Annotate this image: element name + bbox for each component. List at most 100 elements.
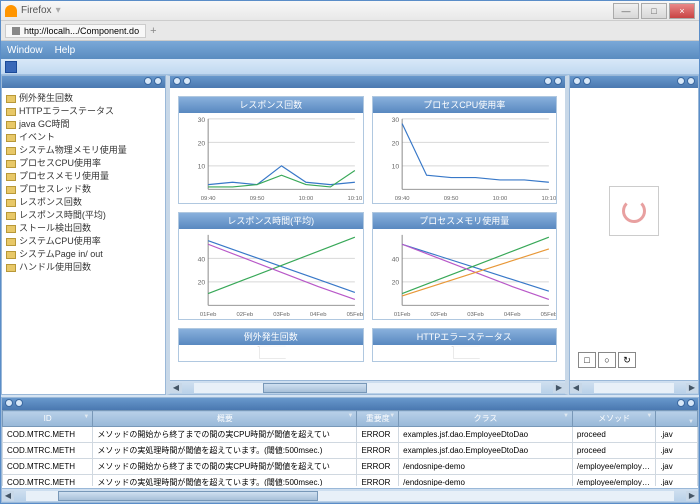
svg-text:09:50: 09:50 [250, 196, 265, 202]
pane-control-icon[interactable] [573, 77, 581, 85]
svg-text:02Feb: 02Feb [237, 312, 254, 318]
tree-item[interactable]: ハンドル使用回数 [6, 261, 161, 274]
browser-name: Firefox [21, 5, 52, 16]
svg-text:05Feb: 05Feb [347, 312, 363, 318]
tree-item[interactable]: レスポンス回数 [6, 196, 161, 209]
page-icon [12, 27, 20, 35]
svg-text:50: 50 [258, 346, 260, 348]
new-tab-button[interactable]: + [150, 25, 156, 37]
pane-control-icon[interactable] [687, 77, 695, 85]
folder-icon [6, 186, 16, 194]
svg-text:20: 20 [391, 140, 399, 147]
tree-item[interactable]: プロセスレッド数 [6, 183, 161, 196]
svg-text:04Feb: 04Feb [310, 312, 327, 318]
stop-button[interactable]: □ [578, 352, 596, 368]
pane-control-icon[interactable] [544, 77, 552, 85]
svg-text:01Feb: 01Feb [393, 312, 410, 318]
table-row[interactable]: COD.MTRC.METHメソッドの実処理時間が閾値を超えています。(閾値:50… [3, 443, 698, 459]
pane-control-icon[interactable] [5, 399, 13, 407]
table-header[interactable]: 概要 [93, 411, 357, 427]
folder-icon [6, 238, 16, 246]
folder-icon [6, 134, 16, 142]
scroll-thumb[interactable] [58, 491, 317, 501]
tab-title: http://localh.../Component.do [24, 26, 139, 36]
svg-text:10: 10 [391, 164, 399, 171]
scroll-right-icon[interactable]: ▶ [553, 383, 565, 393]
log-table-pane: ID概要重要度クラスメソッドCOD.MTRC.METHメソッドの開始から終了まで… [1, 397, 699, 503]
scroll-left-icon[interactable]: ◀ [170, 383, 182, 393]
menu-bar: Window Help [1, 41, 699, 59]
menu-window[interactable]: Window [7, 45, 43, 56]
table-header[interactable]: 重要度 [357, 411, 399, 427]
svg-text:10: 10 [198, 164, 206, 171]
table-header[interactable]: メソッド [572, 411, 655, 427]
tree-item[interactable]: HTTPエラーステータス [6, 105, 161, 118]
tree-item[interactable]: プロセスメモリ使用量 [6, 170, 161, 183]
preview-pane: □ ○ ↻ ◀ ▶ [569, 75, 699, 395]
chart-title: 例外発生回数 [179, 329, 363, 345]
table-row[interactable]: COD.MTRC.METHメソッドの実処理時間が閾値を超えています。(閾値:50… [3, 475, 698, 487]
pane-control-icon[interactable] [144, 77, 152, 85]
charts-hscroll[interactable]: ◀ ▶ [170, 380, 565, 394]
table-header[interactable] [656, 411, 698, 427]
tree-item[interactable]: ストール検出回数 [6, 222, 161, 235]
svg-text:40: 40 [198, 256, 206, 263]
folder-icon [6, 251, 16, 259]
charts-pane: レスポンス回数10203009:4009:5010:0010:10プロセスCPU… [166, 75, 569, 395]
toolbar [1, 59, 699, 75]
tree-item[interactable]: システムPage in/ out [6, 248, 161, 261]
chart: 例外発生回数50 [178, 328, 364, 362]
folder-icon [6, 173, 16, 181]
maximize-button[interactable]: □ [641, 3, 667, 19]
table-header[interactable]: クラス [399, 411, 573, 427]
tree-item[interactable]: プロセスCPU使用率 [6, 157, 161, 170]
chart: プロセスメモリ使用量204001Feb02Feb03Feb04Feb05Feb [372, 212, 558, 320]
pane-control-icon[interactable] [15, 399, 23, 407]
pane-control-icon[interactable] [687, 399, 695, 407]
svg-text:09:50: 09:50 [443, 196, 458, 202]
folder-icon [6, 160, 16, 168]
close-button[interactable]: × [669, 3, 695, 19]
loading-spinner [609, 186, 659, 236]
pane-control-icon[interactable] [583, 77, 591, 85]
minimize-button[interactable]: — [613, 3, 639, 19]
pane-control-icon[interactable] [677, 77, 685, 85]
tree-item[interactable]: java GC時間 [6, 118, 161, 131]
scroll-thumb[interactable] [263, 383, 367, 393]
save-icon[interactable] [5, 61, 17, 73]
tree-item[interactable]: 例外発生回数 [6, 92, 161, 105]
svg-text:50: 50 [451, 346, 453, 348]
svg-text:10:00: 10:00 [492, 196, 507, 202]
menu-help[interactable]: Help [55, 45, 76, 56]
svg-text:20: 20 [198, 140, 206, 147]
browser-titlebar: Firefox ▾ — □ × [1, 1, 699, 21]
chart: レスポンス時間(平均)204001Feb02Feb03Feb04Feb05Feb [178, 212, 364, 320]
pane-control-icon[interactable] [183, 77, 191, 85]
tree-item[interactable]: システムCPU使用率 [6, 235, 161, 248]
table-row[interactable]: COD.MTRC.METHメソッドの開始から終了までの間の実CPU時間が閾値を超… [3, 459, 698, 475]
pane-control-icon[interactable] [677, 399, 685, 407]
tree-item[interactable]: レスポンス時間(平均) [6, 209, 161, 222]
browser-tab[interactable]: http://localh.../Component.do [5, 24, 146, 38]
tree-item[interactable]: システム物理メモリ使用量 [6, 144, 161, 157]
chart-title: プロセスメモリ使用量 [373, 213, 557, 229]
metric-tree: 例外発生回数HTTPエラーステータスjava GC時間イベントシステム物理メモリ… [2, 88, 165, 278]
tree-item[interactable]: イベント [6, 131, 161, 144]
record-button[interactable]: ○ [598, 352, 616, 368]
preview-hscroll[interactable]: ◀ ▶ [570, 380, 698, 394]
svg-text:05Feb: 05Feb [540, 312, 556, 318]
chart-title: レスポンス回数 [179, 97, 363, 113]
folder-icon [6, 95, 16, 103]
chart-title: プロセスCPU使用率 [373, 97, 557, 113]
table-header[interactable]: ID [3, 411, 93, 427]
svg-text:01Feb: 01Feb [200, 312, 217, 318]
chart: プロセスCPU使用率10203009:4009:5010:0010:10 [372, 96, 558, 204]
svg-text:40: 40 [391, 256, 399, 263]
refresh-button[interactable]: ↻ [618, 352, 636, 368]
table-hscroll[interactable]: ◀ ▶ [2, 488, 698, 502]
pane-control-icon[interactable] [154, 77, 162, 85]
pane-control-icon[interactable] [173, 77, 181, 85]
pane-control-icon[interactable] [554, 77, 562, 85]
folder-icon [6, 264, 16, 272]
table-row[interactable]: COD.MTRC.METHメソッドの開始から終了までの間の実CPU時間が閾値を超… [3, 427, 698, 443]
